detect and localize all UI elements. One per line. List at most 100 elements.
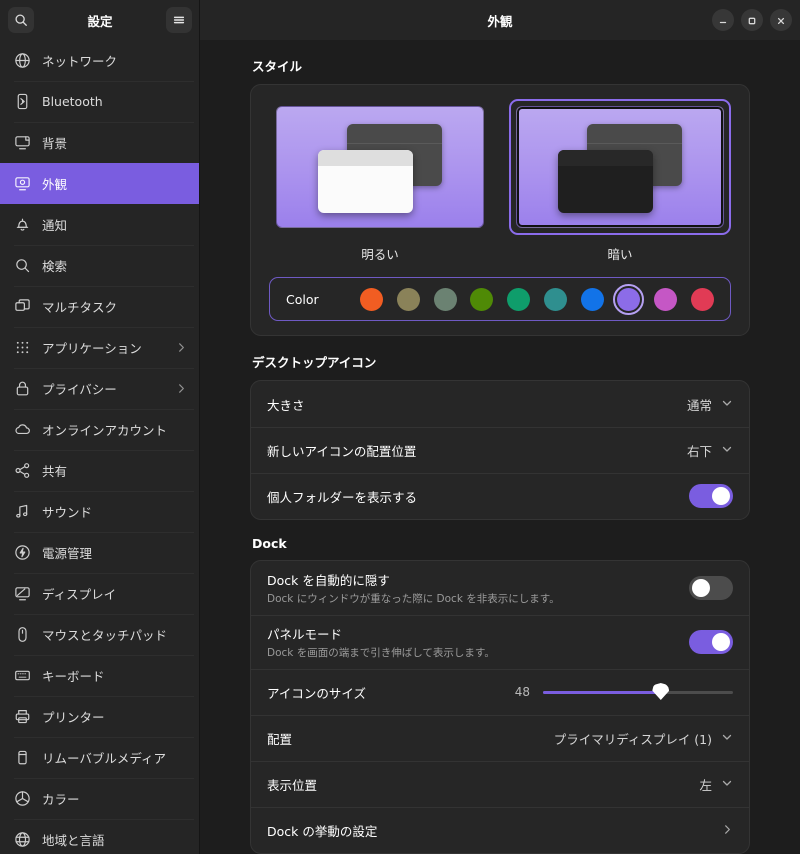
row-title: 表示位置: [267, 777, 318, 793]
sidebar-item-15[interactable]: マウスとタッチパッド: [0, 614, 200, 655]
minimize-button[interactable]: [712, 9, 734, 31]
printer-icon: [14, 708, 31, 725]
sidebar-item-label: ネットワーク: [42, 54, 118, 69]
navigate-affordance[interactable]: [722, 823, 733, 838]
preview-front-window: [318, 150, 413, 213]
sidebar-item-16[interactable]: キーボード: [0, 655, 200, 696]
style-section-title: スタイル: [252, 59, 303, 74]
dock-row-2[interactable]: パネルモード Dock を画面の端まで引き伸ばして表示します。: [251, 615, 749, 669]
color-label: Color: [286, 291, 319, 307]
chevron-down-icon: [721, 397, 733, 412]
sidebar-item-11[interactable]: 共有: [0, 450, 200, 491]
sidebar-item-9[interactable]: プライバシー: [0, 368, 200, 409]
settings-window: 設定 外観 ネットワーク Bluetooth 背景 外観 通知 検索 マルチタス…: [0, 0, 800, 854]
row-text: 大きさ: [267, 386, 305, 423]
color-swatch-emerald[interactable]: [507, 287, 531, 311]
slider-handle[interactable]: [652, 683, 670, 700]
window-controls: [712, 9, 792, 31]
sidebar-item-label: 背景: [42, 136, 68, 151]
row-title: 配置: [267, 731, 293, 747]
color-swatch-blue[interactable]: [580, 287, 604, 311]
sidebar-item-3[interactable]: 背景: [0, 122, 200, 163]
desktop-icons-row-1[interactable]: 大きさ 通常: [251, 381, 749, 427]
color-swatch-purple[interactable]: [613, 283, 645, 315]
search-icon: [14, 257, 31, 274]
sidebar-nav[interactable]: ネットワーク Bluetooth 背景外観 通知検索マルチタスクアプリケーションプライ…: [0, 40, 200, 854]
sidebar-item-6[interactable]: 検索: [0, 245, 200, 286]
toggle-switch[interactable]: [689, 484, 733, 508]
dropdown[interactable]: 左: [699, 775, 733, 794]
dock-row-6[interactable]: Dock の挙動の設定: [251, 807, 749, 853]
style-option-light[interactable]: 明るい: [269, 99, 491, 263]
sidebar-item-label: カラー: [42, 792, 80, 807]
dock-row-4[interactable]: 配置 プライマリディスプレイ (1): [251, 715, 749, 761]
search-button[interactable]: [8, 7, 34, 33]
close-button[interactable]: [770, 9, 792, 31]
icon-size-slider[interactable]: [543, 683, 733, 701]
toggle-knob: [712, 633, 730, 651]
sidebar-item-label: オンラインアカウント: [42, 423, 168, 438]
sidebar-item-13[interactable]: 電源管理: [0, 532, 200, 573]
color-swatch-olive[interactable]: [396, 287, 420, 311]
dock-row-1[interactable]: Dock を自動的に隠す Dock にウィンドウが重なった際に Dock を非表示…: [251, 561, 749, 615]
desktop-icons-row-2[interactable]: 新しいアイコンの配置位置 右下: [251, 427, 749, 473]
multitasking-windows-icon: [14, 298, 31, 315]
dock-row-5[interactable]: 表示位置 左: [251, 761, 749, 807]
slider-value: 48: [514, 685, 530, 699]
sidebar-item-20[interactable]: 地域と言語: [0, 819, 200, 854]
sidebar-item-2[interactable]: Bluetooth: [0, 81, 200, 122]
row-text: 新しいアイコンの配置位置: [267, 432, 416, 469]
dropdown-value: 右下: [686, 443, 712, 459]
chevron-down-icon: [721, 777, 733, 792]
dropdown[interactable]: プライマリディスプレイ (1): [554, 729, 733, 748]
dock-row-3[interactable]: アイコンのサイズ 48: [251, 669, 749, 715]
maximize-button[interactable]: [741, 9, 763, 31]
dock-section-title: Dock: [252, 536, 287, 551]
minimize-icon: [718, 11, 728, 30]
appearance-monitor-icon: [14, 175, 31, 192]
color-swatch-green[interactable]: [470, 287, 494, 311]
accent-color-picker: Color: [269, 277, 731, 321]
dropdown[interactable]: 右下: [687, 441, 733, 460]
search-icon: [14, 13, 28, 27]
light-preview-frame: [269, 99, 491, 235]
style-option-dark-label: 暗い: [607, 247, 633, 262]
main-menu-button[interactable]: [166, 7, 192, 33]
sidebar-item-10[interactable]: オンラインアカウント: [0, 409, 200, 450]
toggle-switch[interactable]: [689, 630, 733, 654]
sidebar-item-17[interactable]: プリンター: [0, 696, 200, 737]
sidebar-item-1[interactable]: ネットワーク: [0, 40, 200, 81]
sidebar-item-label: 検索: [42, 259, 68, 274]
sidebar-item-label: リムーバブルメディア: [42, 751, 167, 766]
background-wallpaper-icon: [14, 134, 31, 151]
dropdown-value: 左: [699, 777, 712, 793]
maximize-icon: [747, 11, 757, 30]
sidebar-item-14[interactable]: ディスプレイ: [0, 573, 200, 614]
dropdown[interactable]: 通常: [687, 395, 733, 414]
sidebar-item-label: Bluetooth: [42, 94, 103, 109]
color-swatch-magenta[interactable]: [654, 287, 678, 311]
style-options: 明るい 暗い: [269, 99, 731, 263]
style-option-dark[interactable]: 暗い: [509, 99, 731, 263]
dark-preview: [516, 106, 724, 228]
sidebar-item-label: アプリケーション: [42, 341, 142, 356]
color-swatch-teal[interactable]: [543, 287, 567, 311]
color-swatch-list[interactable]: [360, 283, 714, 315]
sidebar-item-19[interactable]: カラー: [0, 778, 200, 819]
desktop-icons-section-title: デスクトップアイコン: [252, 355, 377, 370]
sidebar-item-7[interactable]: マルチタスク: [0, 286, 200, 327]
row-title: 新しいアイコンの配置位置: [267, 443, 417, 459]
sidebar-item-8[interactable]: アプリケーション: [0, 327, 200, 368]
row-subtitle: Dock にウィンドウが重なった際に Dock を非表示にします。: [267, 593, 560, 605]
sidebar-item-18[interactable]: リムーバブルメディア: [0, 737, 200, 778]
sidebar-item-4[interactable]: 外観: [0, 163, 200, 204]
color-swatch-sage[interactable]: [433, 287, 457, 311]
color-swatch-orange[interactable]: [360, 287, 383, 311]
sidebar-item-5[interactable]: 通知: [0, 204, 200, 245]
desktop-icons-row-3[interactable]: 個人フォルダーを表示する: [251, 473, 749, 519]
toggle-switch[interactable]: [689, 576, 733, 600]
color-swatch-red[interactable]: [690, 287, 714, 311]
sidebar-item-12[interactable]: サウンド: [0, 491, 200, 532]
light-preview: [276, 106, 484, 228]
style-option-light-label: 明るい: [361, 247, 399, 262]
